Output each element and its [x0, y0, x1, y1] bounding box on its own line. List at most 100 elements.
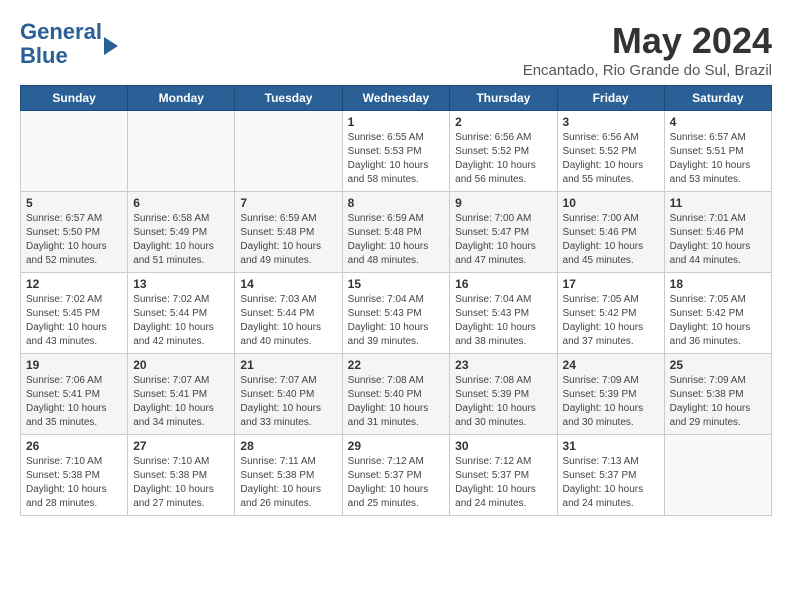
calendar-cell: 26 Sunrise: 7:10 AM Sunset: 5:38 PM Dayli…	[21, 435, 128, 516]
day-number: 4	[670, 115, 766, 129]
day-info: Sunrise: 6:55 AM Sunset: 5:53 PM Dayligh…	[348, 131, 445, 187]
calendar-cell: 20 Sunrise: 7:07 AM Sunset: 5:41 PM Dayli…	[128, 354, 235, 435]
day-number: 18	[670, 277, 766, 291]
calendar-cell: 25 Sunrise: 7:09 AM Sunset: 5:38 PM Dayli…	[664, 354, 771, 435]
day-number: 11	[670, 196, 766, 210]
day-number: 8	[348, 196, 445, 210]
day-number: 20	[133, 358, 229, 372]
day-info: Sunrise: 7:00 AM Sunset: 5:46 PM Dayligh…	[563, 212, 659, 268]
day-info: Sunrise: 7:04 AM Sunset: 5:43 PM Dayligh…	[455, 293, 551, 349]
day-info: Sunrise: 7:07 AM Sunset: 5:40 PM Dayligh…	[240, 374, 336, 430]
day-number: 7	[240, 196, 336, 210]
logo-text: General Blue	[20, 20, 102, 68]
day-info: Sunrise: 7:09 AM Sunset: 5:38 PM Dayligh…	[670, 374, 766, 430]
day-number: 6	[133, 196, 229, 210]
calendar-cell: 9 Sunrise: 7:00 AM Sunset: 5:47 PM Daylig…	[450, 192, 557, 273]
day-info: Sunrise: 7:01 AM Sunset: 5:46 PM Dayligh…	[670, 212, 766, 268]
day-info: Sunrise: 7:12 AM Sunset: 5:37 PM Dayligh…	[348, 455, 445, 511]
calendar-cell: 17Sunrise: 7:05 AM Sunset: 5:42 PM Dayli…	[557, 273, 664, 354]
day-number: 30	[455, 439, 551, 453]
location: Encantado, Rio Grande do Sul, Brazil	[523, 62, 772, 79]
calendar-cell: 18 Sunrise: 7:05 AM Sunset: 5:42 PM Dayli…	[664, 273, 771, 354]
day-info: Sunrise: 7:10 AM Sunset: 5:38 PM Dayligh…	[133, 455, 229, 511]
calendar-cell: 31Sunrise: 7:13 AM Sunset: 5:37 PM Dayli…	[557, 435, 664, 516]
day-info: Sunrise: 6:57 AM Sunset: 5:51 PM Dayligh…	[670, 131, 766, 187]
calendar-cell	[128, 111, 235, 192]
calendar-cell: 21 Sunrise: 7:07 AM Sunset: 5:40 PM Dayli…	[235, 354, 342, 435]
day-number: 13	[133, 277, 229, 291]
day-number: 14	[240, 277, 336, 291]
header-thursday: Thursday	[450, 86, 557, 111]
day-number: 17	[563, 277, 659, 291]
day-number: 22	[348, 358, 445, 372]
day-info: Sunrise: 7:00 AM Sunset: 5:47 PM Dayligh…	[455, 212, 551, 268]
calendar-cell: 12 Sunrise: 7:02 AM Sunset: 5:45 PM Dayli…	[21, 273, 128, 354]
day-info: Sunrise: 7:09 AM Sunset: 5:39 PM Dayligh…	[563, 374, 659, 430]
day-number: 26	[26, 439, 122, 453]
day-number: 9	[455, 196, 551, 210]
calendar-cell: 16 Sunrise: 7:04 AM Sunset: 5:43 PM Dayli…	[450, 273, 557, 354]
calendar-cell: 30 Sunrise: 7:12 AM Sunset: 5:37 PM Dayli…	[450, 435, 557, 516]
month-title: May 2024	[523, 20, 772, 62]
day-number: 15	[348, 277, 445, 291]
day-info: Sunrise: 7:04 AM Sunset: 5:43 PM Dayligh…	[348, 293, 445, 349]
day-number: 3	[563, 115, 659, 129]
calendar-cell: 10 Sunrise: 7:00 AM Sunset: 5:46 PM Dayli…	[557, 192, 664, 273]
day-info: Sunrise: 7:11 AM Sunset: 5:38 PM Dayligh…	[240, 455, 336, 511]
header-tuesday: Tuesday	[235, 86, 342, 111]
calendar-cell	[664, 435, 771, 516]
day-info: Sunrise: 6:56 AM Sunset: 5:52 PM Dayligh…	[563, 131, 659, 187]
calendar-cell: 4 Sunrise: 6:57 AM Sunset: 5:51 PM Daylig…	[664, 111, 771, 192]
day-number: 1	[348, 115, 445, 129]
day-number: 12	[26, 277, 122, 291]
day-number: 25	[670, 358, 766, 372]
day-number: 21	[240, 358, 336, 372]
calendar-cell	[235, 111, 342, 192]
calendar-cell: 15 Sunrise: 7:04 AM Sunset: 5:43 PM Dayli…	[342, 273, 450, 354]
calendar-body: 1 Sunrise: 6:55 AM Sunset: 5:53 PM Daylig…	[21, 111, 772, 516]
page-header: General Blue May 2024 Encantado, Rio Gra…	[20, 20, 772, 79]
calendar-cell: 1 Sunrise: 6:55 AM Sunset: 5:53 PM Daylig…	[342, 111, 450, 192]
day-info: Sunrise: 6:56 AM Sunset: 5:52 PM Dayligh…	[455, 131, 551, 187]
logo-arrow-icon	[104, 37, 118, 55]
day-info: Sunrise: 7:08 AM Sunset: 5:39 PM Dayligh…	[455, 374, 551, 430]
day-number: 16	[455, 277, 551, 291]
day-number: 31	[563, 439, 659, 453]
calendar-cell: 28 Sunrise: 7:11 AM Sunset: 5:38 PM Dayli…	[235, 435, 342, 516]
logo-blue: Blue	[20, 43, 68, 68]
calendar-week-2: 5Sunrise: 6:57 AM Sunset: 5:50 PM Daylig…	[21, 192, 772, 273]
calendar-cell: 3 Sunrise: 6:56 AM Sunset: 5:52 PM Daylig…	[557, 111, 664, 192]
day-number: 29	[348, 439, 445, 453]
day-info: Sunrise: 6:59 AM Sunset: 5:48 PM Dayligh…	[240, 212, 336, 268]
calendar-cell: 2Sunrise: 6:56 AM Sunset: 5:52 PM Daylig…	[450, 111, 557, 192]
calendar-cell: 6 Sunrise: 6:58 AM Sunset: 5:49 PM Daylig…	[128, 192, 235, 273]
day-info: Sunrise: 7:12 AM Sunset: 5:37 PM Dayligh…	[455, 455, 551, 511]
calendar-cell	[21, 111, 128, 192]
day-number: 28	[240, 439, 336, 453]
calendar-header: Sunday Monday Tuesday Wednesday Thursday…	[21, 86, 772, 111]
day-info: Sunrise: 7:02 AM Sunset: 5:45 PM Dayligh…	[26, 293, 122, 349]
day-info: Sunrise: 7:06 AM Sunset: 5:41 PM Dayligh…	[26, 374, 122, 430]
header-saturday: Saturday	[664, 86, 771, 111]
logo: General Blue	[20, 20, 118, 68]
calendar-cell: 7 Sunrise: 6:59 AM Sunset: 5:48 PM Daylig…	[235, 192, 342, 273]
calendar-week-1: 1 Sunrise: 6:55 AM Sunset: 5:53 PM Daylig…	[21, 111, 772, 192]
day-number: 23	[455, 358, 551, 372]
calendar-week-3: 12 Sunrise: 7:02 AM Sunset: 5:45 PM Dayli…	[21, 273, 772, 354]
calendar-cell: 29 Sunrise: 7:12 AM Sunset: 5:37 PM Dayli…	[342, 435, 450, 516]
day-info: Sunrise: 7:07 AM Sunset: 5:41 PM Dayligh…	[133, 374, 229, 430]
day-number: 24	[563, 358, 659, 372]
day-info: Sunrise: 6:58 AM Sunset: 5:49 PM Dayligh…	[133, 212, 229, 268]
day-number: 27	[133, 439, 229, 453]
calendar-cell: 13Sunrise: 7:02 AM Sunset: 5:44 PM Dayli…	[128, 273, 235, 354]
title-block: May 2024 Encantado, Rio Grande do Sul, B…	[523, 20, 772, 79]
day-info: Sunrise: 7:10 AM Sunset: 5:38 PM Dayligh…	[26, 455, 122, 511]
calendar-week-5: 26 Sunrise: 7:10 AM Sunset: 5:38 PM Dayli…	[21, 435, 772, 516]
calendar-cell: 14Sunrise: 7:03 AM Sunset: 5:44 PM Dayli…	[235, 273, 342, 354]
header-friday: Friday	[557, 86, 664, 111]
day-info: Sunrise: 7:05 AM Sunset: 5:42 PM Dayligh…	[670, 293, 766, 349]
day-number: 10	[563, 196, 659, 210]
logo-general: General	[20, 19, 102, 44]
day-info: Sunrise: 7:08 AM Sunset: 5:40 PM Dayligh…	[348, 374, 445, 430]
calendar-cell: 11 Sunrise: 7:01 AM Sunset: 5:46 PM Dayli…	[664, 192, 771, 273]
